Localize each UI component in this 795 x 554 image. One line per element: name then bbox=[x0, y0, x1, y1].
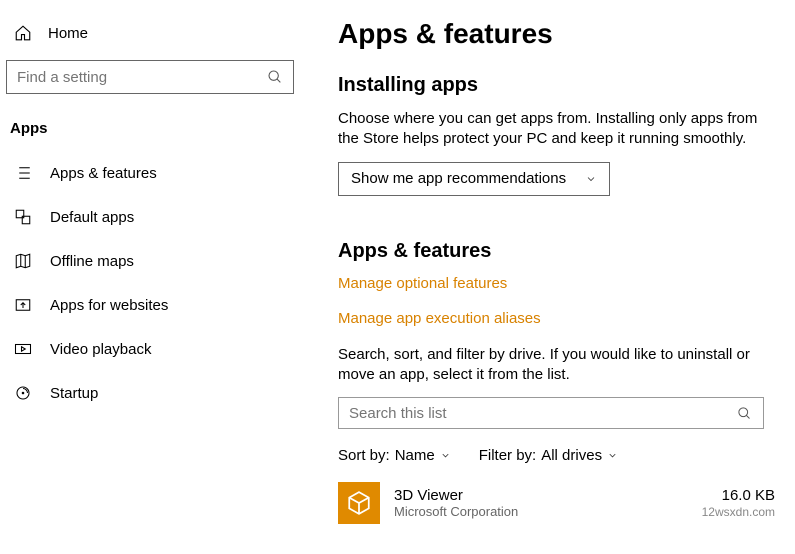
app-source-dropdown[interactable]: Show me app recommendations bbox=[338, 162, 610, 196]
search-icon bbox=[736, 404, 753, 422]
nav-label: Offline maps bbox=[50, 253, 134, 270]
app-publisher: Microsoft Corporation bbox=[394, 504, 688, 519]
sort-by-button[interactable]: Sort by: Name bbox=[338, 447, 451, 464]
app-icon bbox=[338, 482, 380, 524]
installing-description: Choose where you can get apps from. Inst… bbox=[338, 109, 775, 150]
search-input-field[interactable] bbox=[17, 69, 266, 86]
nav-label: Apps for websites bbox=[50, 297, 168, 314]
home-icon bbox=[14, 24, 32, 42]
app-list-search-field[interactable] bbox=[349, 405, 736, 422]
app-list-search-input[interactable] bbox=[338, 397, 764, 429]
sort-filter-row: Sort by: Name Filter by: All drives bbox=[338, 447, 775, 464]
filter-by-button[interactable]: Filter by: All drives bbox=[479, 447, 618, 464]
sort-label: Sort by: bbox=[338, 447, 390, 464]
nav-label: Apps & features bbox=[50, 165, 157, 182]
startup-icon bbox=[14, 384, 32, 402]
list-icon bbox=[14, 164, 32, 182]
open-icon bbox=[14, 296, 32, 314]
sidebar: Home Apps Apps & features Default apps O… bbox=[0, 0, 300, 554]
app-list-item[interactable]: 3D Viewer Microsoft Corporation 16.0 KB … bbox=[338, 482, 775, 524]
nav-default-apps[interactable]: Default apps bbox=[0, 195, 300, 239]
main-content: Apps & features Installing apps Choose w… bbox=[300, 0, 795, 554]
nav-list: Apps & features Default apps Offline map… bbox=[0, 151, 300, 415]
app-size: 16.0 KB bbox=[702, 487, 775, 504]
app-meta: 16.0 KB 12wsxdn.com bbox=[702, 487, 775, 519]
home-label: Home bbox=[48, 25, 88, 42]
nav-startup[interactable]: Startup bbox=[0, 371, 300, 415]
app-text: 3D Viewer Microsoft Corporation bbox=[394, 487, 688, 519]
manage-aliases-link[interactable]: Manage app execution aliases bbox=[338, 310, 775, 327]
nav-apps-features[interactable]: Apps & features bbox=[0, 151, 300, 195]
search-icon bbox=[266, 68, 283, 86]
nav-apps-websites[interactable]: Apps for websites bbox=[0, 283, 300, 327]
installing-heading: Installing apps bbox=[338, 74, 775, 97]
nav-video-playback[interactable]: Video playback bbox=[0, 327, 300, 371]
filter-value: All drives bbox=[541, 447, 602, 464]
dropdown-value: Show me app recommendations bbox=[351, 170, 566, 187]
map-icon bbox=[14, 252, 32, 270]
apps-features-heading: Apps & features bbox=[338, 240, 775, 263]
apps-features-description: Search, sort, and filter by drive. If yo… bbox=[338, 345, 775, 386]
defaults-icon bbox=[14, 208, 32, 226]
filter-label: Filter by: bbox=[479, 447, 537, 464]
home-button[interactable]: Home bbox=[0, 18, 300, 60]
chevron-down-icon bbox=[440, 450, 451, 461]
video-icon bbox=[14, 340, 32, 358]
app-name: 3D Viewer bbox=[394, 487, 688, 504]
nav-label: Startup bbox=[50, 385, 98, 402]
category-heading: Apps bbox=[10, 120, 300, 137]
manage-optional-link[interactable]: Manage optional features bbox=[338, 275, 775, 292]
sort-value: Name bbox=[395, 447, 435, 464]
chevron-down-icon bbox=[607, 450, 618, 461]
search-input[interactable] bbox=[6, 60, 294, 94]
page-title: Apps & features bbox=[338, 18, 775, 50]
chevron-down-icon bbox=[585, 173, 597, 185]
nav-label: Default apps bbox=[50, 209, 134, 226]
nav-label: Video playback bbox=[50, 341, 151, 358]
nav-offline-maps[interactable]: Offline maps bbox=[0, 239, 300, 283]
app-date: 12wsxdn.com bbox=[702, 505, 775, 519]
